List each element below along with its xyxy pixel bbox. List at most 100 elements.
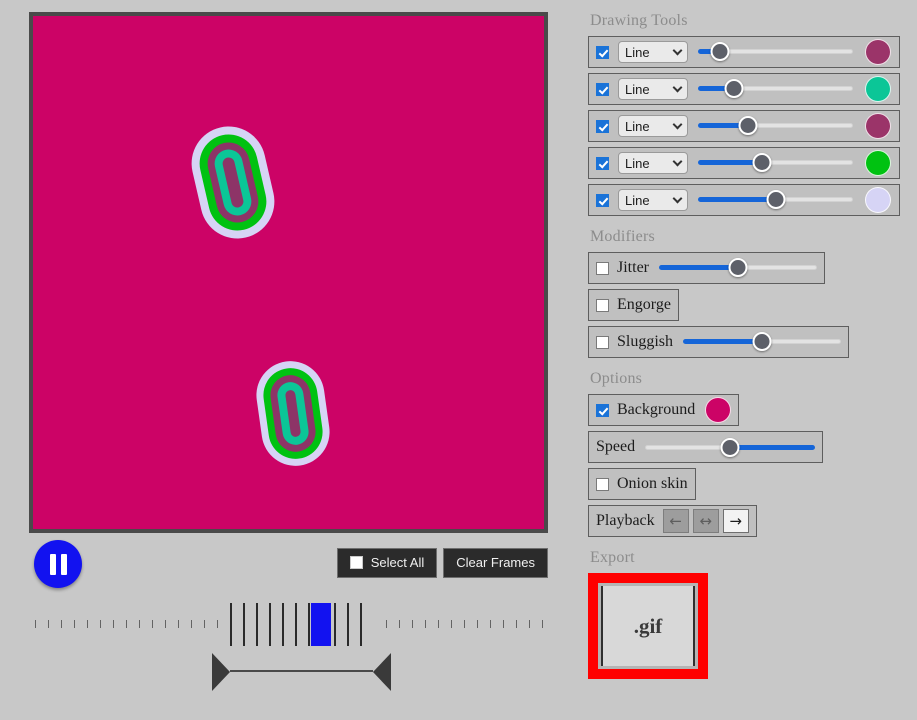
playback-controls-row: Select All Clear Frames bbox=[29, 538, 548, 590]
modifier-jitter-checkbox[interactable] bbox=[596, 261, 609, 275]
timeline-tick bbox=[385, 620, 387, 628]
modifier-sluggish-label: Sluggish bbox=[617, 333, 674, 350]
timeline-frame[interactable] bbox=[256, 603, 259, 646]
drawing-tool-row-4: Line bbox=[588, 147, 900, 179]
timeline-range-selector[interactable] bbox=[29, 653, 548, 698]
playback-reverse-icon[interactable]: ← bbox=[662, 509, 689, 533]
play-pause-button[interactable] bbox=[34, 540, 82, 588]
drawing-tool-3-select[interactable]: Line bbox=[618, 115, 688, 137]
speed-slider-thumb[interactable] bbox=[720, 437, 740, 457]
modifier-jitter-slider[interactable] bbox=[659, 257, 817, 279]
timeline-frame[interactable] bbox=[230, 603, 233, 646]
timeline-ticks[interactable] bbox=[29, 598, 548, 653]
modifier-row-sluggish[interactable]: Sluggish bbox=[588, 326, 850, 358]
timeline-frame[interactable] bbox=[346, 603, 349, 646]
drawing-tool-4-color-swatch[interactable] bbox=[865, 150, 891, 176]
range-handle-start[interactable] bbox=[212, 653, 231, 691]
timeline-frame[interactable] bbox=[294, 603, 297, 646]
modifier-row-jitter[interactable]: Jitter bbox=[588, 252, 825, 284]
range-handle-end[interactable] bbox=[372, 653, 391, 691]
timeline-tick bbox=[502, 620, 504, 628]
modifier-sluggish-slider-thumb[interactable] bbox=[752, 332, 772, 351]
chevron-down-icon bbox=[672, 156, 683, 167]
modifier-jitter-slider-fill bbox=[659, 265, 738, 270]
timeline-frame[interactable] bbox=[269, 603, 272, 646]
chevron-down-icon bbox=[672, 119, 683, 130]
drawing-tool-3-color-swatch[interactable] bbox=[865, 113, 891, 139]
modifier-jitter-slider-thumb[interactable] bbox=[728, 258, 748, 277]
gif-export-label: .gif bbox=[633, 613, 663, 638]
timeline-tick bbox=[528, 620, 530, 628]
gif-export-inner: .gif bbox=[601, 586, 695, 666]
drawing-tool-1-color-swatch[interactable] bbox=[865, 39, 891, 65]
timeline-tick bbox=[424, 620, 426, 628]
drawing-tool-row-5: Line bbox=[588, 184, 900, 216]
timeline[interactable] bbox=[29, 598, 548, 698]
drawing-tool-4-size-slider-thumb[interactable] bbox=[752, 153, 772, 172]
drawing-canvas[interactable] bbox=[29, 12, 548, 533]
playback-forward-icon[interactable]: → bbox=[722, 509, 749, 533]
timeline-tick bbox=[48, 620, 50, 628]
modifiers-list: Jitter Engorge Sluggish bbox=[588, 252, 917, 358]
select-all-checkbox[interactable] bbox=[349, 556, 363, 569]
drawing-tool-5-checkbox[interactable] bbox=[596, 193, 609, 207]
modifier-jitter-label: Jitter bbox=[617, 259, 649, 276]
modifier-sluggish-checkbox[interactable] bbox=[596, 335, 609, 349]
chevron-down-icon bbox=[672, 82, 683, 93]
drawing-tool-2-size-slider[interactable] bbox=[698, 78, 853, 100]
drawing-tool-5-size-slider[interactable] bbox=[698, 189, 853, 211]
background-checkbox[interactable] bbox=[596, 403, 609, 417]
timeline-tick bbox=[398, 620, 400, 628]
timeline-tick bbox=[113, 620, 115, 628]
drawing-tool-2-size-slider-thumb[interactable] bbox=[724, 79, 744, 98]
background-color-swatch[interactable] bbox=[705, 397, 732, 423]
drawing-tool-4-select[interactable]: Line bbox=[618, 152, 688, 174]
modifier-engorge-checkbox[interactable] bbox=[596, 298, 609, 312]
speed-slider-fill bbox=[730, 444, 816, 450]
drawing-tool-1-size-slider[interactable] bbox=[698, 41, 853, 63]
modifier-row-engorge[interactable]: Engorge bbox=[588, 289, 679, 321]
drawing-tool-1-select[interactable]: Line bbox=[618, 41, 688, 63]
clear-frames-button[interactable]: Clear Frames bbox=[443, 548, 548, 578]
timeline-frame-current[interactable] bbox=[310, 603, 331, 646]
drawing-tool-2-select[interactable]: Line bbox=[618, 78, 688, 100]
drawing-tool-2-color-swatch[interactable] bbox=[865, 76, 891, 102]
timeline-tick bbox=[437, 620, 439, 628]
background-label: Background bbox=[617, 401, 696, 418]
chevron-down-icon bbox=[672, 193, 683, 204]
drawing-tool-5-color-swatch[interactable] bbox=[865, 187, 891, 213]
drawing-tool-5-size-slider-thumb[interactable] bbox=[766, 190, 785, 209]
speed-slider[interactable] bbox=[645, 436, 816, 458]
timeline-frame[interactable] bbox=[282, 603, 284, 646]
drawing-tool-1-select-value: Line bbox=[625, 44, 650, 60]
timeline-tick bbox=[541, 620, 543, 628]
playback-option-row: Playback ← ↔ → bbox=[588, 505, 757, 537]
select-all-button[interactable]: Select All bbox=[336, 548, 438, 578]
timeline-frame[interactable] bbox=[307, 603, 310, 646]
timeline-frame[interactable] bbox=[243, 603, 246, 646]
speed-label: Speed bbox=[596, 438, 636, 455]
drawing-tool-3-checkbox[interactable] bbox=[596, 119, 609, 133]
drawing-tool-1-size-slider-thumb[interactable] bbox=[710, 42, 730, 61]
timeline-tick bbox=[217, 620, 219, 628]
range-line bbox=[230, 670, 373, 672]
drawing-tool-5-select[interactable]: Line bbox=[618, 189, 688, 211]
chevron-down-icon bbox=[672, 45, 683, 56]
timeline-frame[interactable] bbox=[359, 603, 362, 646]
gif-export-button[interactable]: .gif bbox=[588, 573, 708, 679]
background-option-row[interactable]: Background bbox=[588, 394, 740, 426]
drawing-tool-3-size-slider[interactable] bbox=[698, 115, 853, 137]
drawing-tool-2-checkbox[interactable] bbox=[596, 82, 609, 96]
modifier-sluggish-slider[interactable] bbox=[683, 331, 842, 353]
canvas-surface[interactable] bbox=[33, 16, 544, 529]
modifiers-title: Modifiers bbox=[590, 228, 655, 245]
drawing-tool-3-size-slider-thumb[interactable] bbox=[738, 116, 758, 135]
playback-pingpong-icon[interactable]: ↔ bbox=[692, 509, 719, 533]
speed-option-row[interactable]: Speed bbox=[588, 431, 824, 463]
drawing-tool-4-checkbox[interactable] bbox=[596, 156, 609, 170]
drawing-tool-1-checkbox[interactable] bbox=[596, 45, 609, 59]
onion-skin-checkbox[interactable] bbox=[596, 477, 609, 491]
drawing-tool-4-size-slider[interactable] bbox=[698, 152, 853, 174]
timeline-frame[interactable] bbox=[333, 603, 336, 646]
onion-skin-option-row[interactable]: Onion skin bbox=[588, 468, 696, 500]
